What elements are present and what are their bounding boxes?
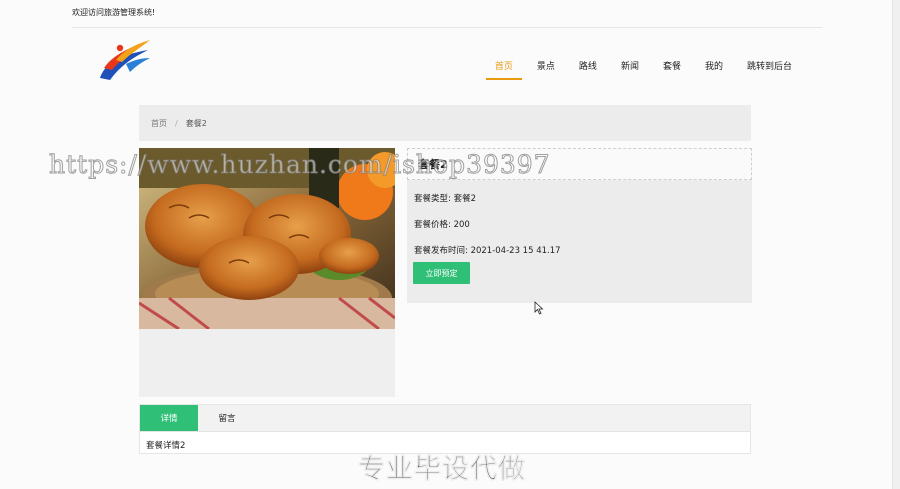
logo-icon[interactable] xyxy=(96,38,152,84)
package-image-panel xyxy=(139,148,395,397)
package-price-row: 套餐价格: 200 xyxy=(414,218,752,232)
package-time-label: 套餐发布时间: xyxy=(414,246,468,256)
nav-home[interactable]: 首页 xyxy=(485,59,522,80)
package-time-value: 2021-04-23 15 41.17 xyxy=(470,246,561,256)
package-price-label: 套餐价格: xyxy=(414,220,451,230)
book-now-button[interactable]: 立即预定 xyxy=(413,262,470,284)
breadcrumb-separator: / xyxy=(175,118,178,128)
nav-news[interactable]: 新闻 xyxy=(612,59,648,80)
main-nav: 首页 景点 路线 新闻 套餐 我的 跳转到后台 xyxy=(483,59,804,80)
package-type-value: 套餐2 xyxy=(453,194,476,204)
mouse-pointer-icon xyxy=(534,301,544,315)
nav-routes[interactable]: 路线 xyxy=(570,59,606,80)
header-divider xyxy=(72,27,822,28)
breadcrumb: 首页 / 套餐2 xyxy=(139,105,751,141)
nav-admin[interactable]: 跳转到后台 xyxy=(738,59,801,80)
scrollbar[interactable] xyxy=(892,0,900,489)
package-type-label: 套餐类型: xyxy=(414,194,451,204)
nav-packages[interactable]: 套餐 xyxy=(654,59,690,80)
tab-details[interactable]: 详情 xyxy=(140,405,198,431)
package-time-row: 套餐发布时间: 2021-04-23 15 41.17 xyxy=(414,244,752,258)
nav-scenic[interactable]: 景点 xyxy=(528,59,564,80)
tab-bar: 详情 留言 xyxy=(140,405,750,432)
tab-comments[interactable]: 留言 xyxy=(198,405,256,431)
caption-overlay: 专业毕设代做 xyxy=(358,454,526,486)
breadcrumb-home[interactable]: 首页 xyxy=(151,118,167,129)
nav-mine[interactable]: 我的 xyxy=(696,59,732,80)
watermark-url: https://www.huzhan.com/ishop39397 xyxy=(49,150,551,180)
welcome-text: 欢迎访问旅游管理系统! xyxy=(72,8,156,17)
breadcrumb-current: 套餐2 xyxy=(185,118,207,128)
package-price-value: 200 xyxy=(453,220,470,230)
package-type-row: 套餐类型: 套餐2 xyxy=(414,192,752,206)
